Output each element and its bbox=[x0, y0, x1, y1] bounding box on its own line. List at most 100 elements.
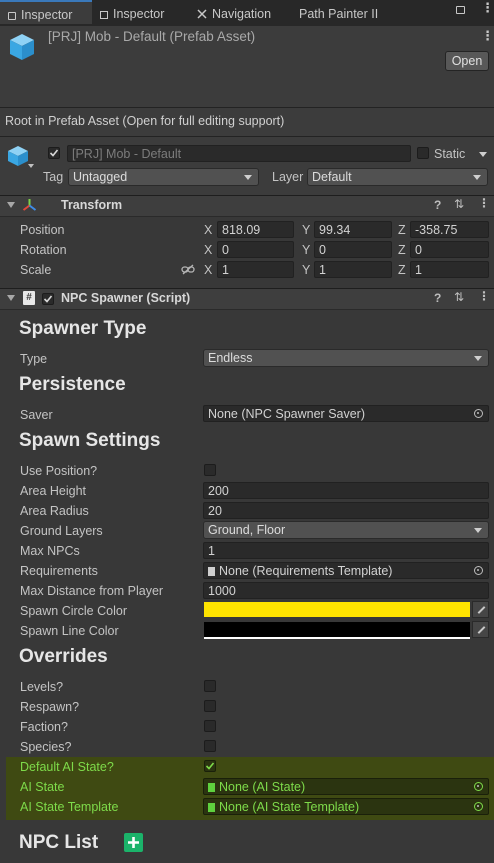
ai-state-value: None (AI State) bbox=[219, 780, 306, 794]
static-dropdown-arrow[interactable] bbox=[479, 152, 487, 157]
rotation-y-field[interactable]: 0 bbox=[314, 241, 392, 258]
axis-x-label[interactable]: X bbox=[204, 222, 212, 238]
tag-value: Untagged bbox=[73, 170, 128, 184]
axis-x-label[interactable]: X bbox=[204, 262, 212, 278]
preset-icon[interactable]: ⇅ bbox=[454, 197, 464, 211]
spawn-line-color-swatch[interactable] bbox=[204, 622, 470, 639]
rotation-x-field[interactable]: 0 bbox=[217, 241, 294, 258]
eyedropper-icon[interactable] bbox=[472, 601, 489, 618]
ai-state-template-value: None (AI State Template) bbox=[219, 800, 360, 814]
persistence-heading: Persistence bbox=[19, 374, 126, 395]
saver-label: Saver bbox=[20, 408, 53, 422]
kebab-menu-icon[interactable]: ⋮ bbox=[481, 1, 494, 14]
axis-z-label[interactable]: Z bbox=[398, 222, 406, 238]
saver-object-field[interactable]: None (NPC Spawner Saver) bbox=[203, 405, 489, 422]
active-checkbox[interactable] bbox=[48, 147, 60, 159]
axis-z-label[interactable]: Z bbox=[398, 262, 406, 278]
foldout-arrow-icon[interactable] bbox=[7, 202, 15, 208]
static-checkbox[interactable] bbox=[417, 147, 429, 159]
area-radius-field[interactable]: 20 bbox=[203, 502, 489, 519]
root-prefab-message: Root in Prefab Asset (Open for full edit… bbox=[0, 108, 494, 137]
inspector-header: [PRJ] Mob - Default (Prefab Asset) ⋮ bbox=[0, 26, 494, 108]
prefab-icon bbox=[8, 32, 36, 65]
scale-y-field[interactable]: 1 bbox=[314, 261, 392, 278]
scale-label: Scale bbox=[20, 263, 52, 277]
axis-y-label[interactable]: Y bbox=[302, 222, 310, 238]
kebab-menu-icon[interactable]: ⋮ bbox=[478, 289, 490, 303]
kebab-menu-icon[interactable]: ⋮ bbox=[481, 28, 494, 44]
layer-label: Layer bbox=[272, 170, 304, 184]
position-y-field[interactable]: 99.34 bbox=[314, 221, 392, 238]
axis-x-label[interactable]: X bbox=[204, 242, 212, 258]
default-ai-state-checkbox[interactable] bbox=[204, 760, 216, 772]
requirements-object-field[interactable]: None (Requirements Template) bbox=[203, 562, 489, 579]
requirements-label: Requirements bbox=[20, 564, 98, 578]
open-button[interactable]: Open bbox=[445, 51, 489, 71]
gameobject-name-field[interactable]: [PRJ] Mob - Default bbox=[67, 145, 411, 162]
position-z-field[interactable]: -358.75 bbox=[410, 221, 489, 238]
levels-label: Levels? bbox=[20, 680, 64, 694]
ai-state-object-field[interactable]: None (AI State) bbox=[203, 778, 489, 795]
axis-y-label[interactable]: Y bbox=[302, 262, 310, 278]
object-picker-icon[interactable] bbox=[474, 782, 483, 791]
respawn-checkbox[interactable] bbox=[204, 700, 216, 712]
rotation-label: Rotation bbox=[20, 243, 67, 257]
type-label: Type bbox=[20, 352, 48, 366]
chevron-down-icon bbox=[474, 356, 482, 361]
max-npcs-label: Max NPCs bbox=[20, 544, 80, 558]
spawn-circle-color-label: Spawn Circle Color bbox=[20, 604, 127, 618]
faction-checkbox[interactable] bbox=[204, 720, 216, 732]
script-icon: # bbox=[23, 291, 35, 305]
preset-icon[interactable]: ⇅ bbox=[454, 290, 464, 304]
lock-icon[interactable] bbox=[456, 6, 465, 14]
kebab-menu-icon[interactable]: ⋮ bbox=[478, 196, 490, 210]
area-height-label: Area Height bbox=[20, 484, 87, 498]
area-radius-label: Area Radius bbox=[20, 504, 89, 518]
tag-dropdown[interactable]: Untagged bbox=[68, 168, 259, 186]
plus-icon bbox=[128, 837, 139, 848]
help-icon[interactable]: ? bbox=[434, 291, 441, 305]
tab-inspector-active[interactable]: Inspector bbox=[0, 0, 92, 24]
max-distance-field[interactable]: 1000 bbox=[203, 582, 489, 599]
object-picker-icon[interactable] bbox=[474, 566, 483, 575]
scale-x-field[interactable]: 1 bbox=[217, 261, 294, 278]
axis-z-label[interactable]: Z bbox=[398, 242, 406, 258]
use-position-checkbox[interactable] bbox=[204, 464, 216, 476]
saver-value: None (NPC Spawner Saver) bbox=[208, 407, 366, 421]
spawn-circle-color-swatch[interactable] bbox=[204, 602, 470, 617]
max-npcs-field[interactable]: 1 bbox=[203, 542, 489, 559]
area-height-field[interactable]: 200 bbox=[203, 482, 489, 499]
object-picker-icon[interactable] bbox=[474, 409, 483, 418]
species-checkbox[interactable] bbox=[204, 740, 216, 752]
scale-z-field[interactable]: 1 bbox=[410, 261, 489, 278]
gameobject-icon[interactable] bbox=[7, 145, 29, 170]
help-icon[interactable]: ? bbox=[434, 198, 441, 212]
npc-spawner-header[interactable]: # NPC Spawner (Script) ? ⇅ ⋮ bbox=[0, 288, 494, 310]
eyedropper-icon[interactable] bbox=[472, 621, 489, 638]
object-picker-icon[interactable] bbox=[474, 802, 483, 811]
position-label: Position bbox=[20, 223, 65, 237]
icon-dropdown-arrow[interactable] bbox=[28, 164, 34, 168]
tab-navigation[interactable]: Navigation bbox=[197, 0, 271, 26]
position-x-field[interactable]: 818.09 bbox=[217, 221, 294, 238]
ground-layers-dropdown[interactable]: Ground, Floor bbox=[203, 521, 489, 539]
transform-header[interactable]: Transform ? ⇅ ⋮ bbox=[0, 195, 494, 217]
static-label: Static bbox=[434, 147, 466, 161]
tab-path-painter[interactable]: Path Painter II bbox=[299, 0, 378, 26]
tab-inspector-2[interactable]: Inspector bbox=[100, 0, 164, 26]
species-label: Species? bbox=[20, 740, 72, 754]
levels-checkbox[interactable] bbox=[204, 680, 216, 692]
add-npc-button[interactable] bbox=[124, 833, 143, 852]
layer-dropdown[interactable]: Default bbox=[307, 168, 488, 186]
axis-y-label[interactable]: Y bbox=[302, 242, 310, 258]
type-dropdown[interactable]: Endless bbox=[203, 349, 489, 367]
ai-state-template-object-field[interactable]: None (AI State Template) bbox=[203, 798, 489, 815]
faction-label: Faction? bbox=[20, 720, 68, 734]
link-icon[interactable] bbox=[181, 264, 195, 278]
foldout-arrow-icon[interactable] bbox=[7, 295, 15, 301]
tab-label: Path Painter II bbox=[299, 7, 379, 21]
rotation-z-field[interactable]: 0 bbox=[410, 241, 489, 258]
layer-value: Default bbox=[312, 170, 352, 184]
enabled-checkbox[interactable] bbox=[42, 293, 54, 305]
info-icon bbox=[8, 12, 16, 20]
